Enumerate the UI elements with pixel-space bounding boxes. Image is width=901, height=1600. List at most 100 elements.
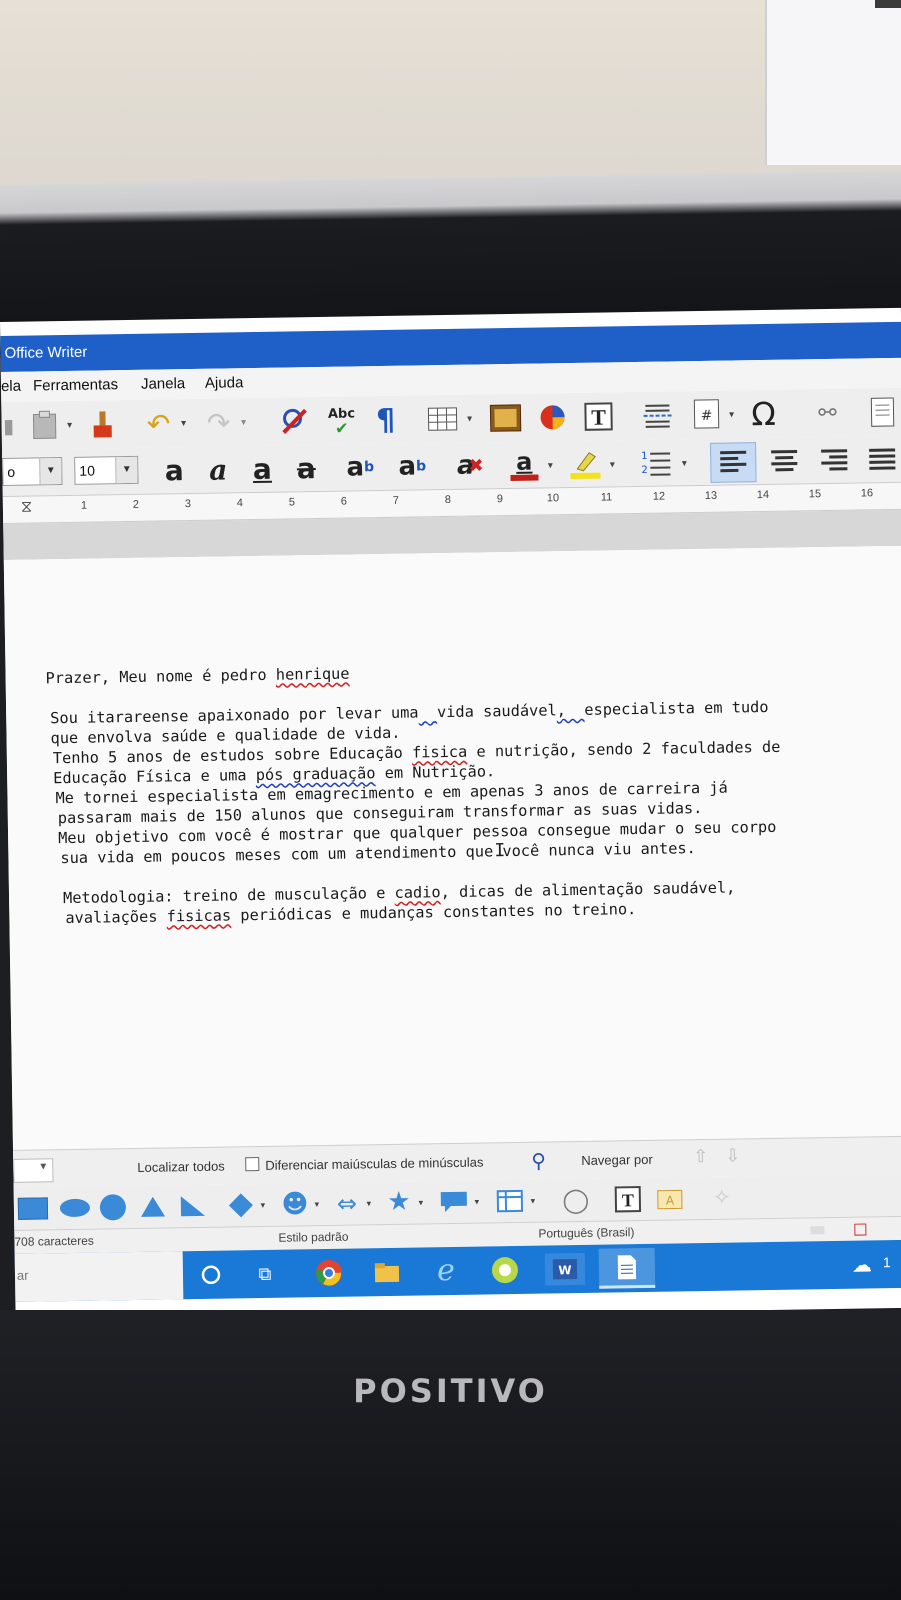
underline-icon[interactable]: a [246, 452, 279, 486]
word-icon[interactable]: W [544, 1252, 586, 1286]
find-input[interactable]: ▼ [13, 1158, 54, 1183]
taskbar-search-box[interactable]: ar [14, 1251, 184, 1302]
wall-paper-sheet [765, 0, 901, 165]
task-view-icon[interactable]: ⧉ [249, 1260, 281, 1288]
strikethrough-icon[interactable]: a [290, 451, 323, 485]
highlight-dropdown-icon[interactable]: ▾ [606, 454, 618, 474]
flowchart-icon[interactable] [494, 1188, 526, 1214]
match-case-checkbox[interactable] [245, 1157, 260, 1172]
right-triangle-icon[interactable] [178, 1193, 208, 1219]
italic-icon[interactable]: a [202, 452, 235, 486]
align-right-icon[interactable] [814, 443, 855, 480]
symbols-dropdown-icon[interactable]: ▾ [312, 1197, 322, 1213]
redo-icon[interactable]: ↷ [201, 406, 235, 439]
formatting-marks-icon[interactable]: ¶ [371, 402, 399, 437]
stars-icon[interactable]: ★ [384, 1187, 414, 1217]
font-color-dropdown-icon[interactable]: ▾ [544, 455, 556, 475]
shapes-dropdown-icon[interactable]: ▾ [258, 1198, 268, 1214]
find-replace-icon[interactable] [277, 405, 313, 438]
arrows-dropdown-icon[interactable]: ▾ [364, 1196, 374, 1212]
font-size-combo[interactable]: 10 ▼ [74, 455, 139, 485]
block-arrows-icon[interactable]: ⇔ [332, 1190, 362, 1218]
clear-formatting-icon[interactable]: a ✖ [452, 448, 489, 483]
symbol-shapes-icon[interactable]: ☻ [280, 1189, 310, 1219]
menu-ajuda[interactable]: Ajuda [205, 368, 244, 399]
chevron-down-icon[interactable]: ▼ [38, 1161, 48, 1172]
spellcheck-icon[interactable]: Abc ✔ [323, 402, 360, 439]
insert-table-icon[interactable] [425, 405, 459, 434]
writer-task-icon[interactable] [598, 1247, 656, 1289]
insert-hyperlink-icon[interactable]: ⚯ [809, 397, 845, 430]
font-name-combo[interactable]: o ▼ [2, 457, 63, 486]
text-run: periódicas e mudanças constantes no trei… [230, 900, 637, 925]
taskbar-clock[interactable]: 1 [883, 1254, 891, 1270]
redo-dropdown-icon[interactable]: ▾ [237, 412, 249, 432]
insert-field-icon[interactable]: # [691, 397, 722, 431]
numbered-list-icon[interactable]: 12 [636, 445, 677, 480]
insert-textbox-icon[interactable]: T [612, 1184, 644, 1214]
special-character-icon[interactable]: Ω [745, 395, 782, 433]
chrome-icon[interactable] [313, 1257, 345, 1289]
document-page[interactable]: Prazer, Meu nome é pedro henrique Sou it… [3, 545, 901, 1150]
justify-icon[interactable] [862, 442, 901, 479]
align-center-icon[interactable] [764, 443, 805, 480]
paste-icon[interactable] [27, 409, 61, 442]
indent-marker-icon[interactable]: ⧖ [21, 499, 33, 517]
pinned-app-icon[interactable] [489, 1254, 521, 1286]
insert-textbox-icon[interactable]: T [581, 400, 615, 433]
undo-icon[interactable]: ↶ [141, 407, 175, 440]
navigate-up-icon[interactable]: ⇧ [693, 1146, 708, 1167]
language-status[interactable]: Português (Brasil) [538, 1225, 634, 1241]
points-icon[interactable]: ✧ [706, 1185, 738, 1211]
speech-bubble-icon[interactable]: ◯ [560, 1186, 592, 1214]
table-dropdown-icon[interactable]: ▾ [463, 409, 475, 429]
insert-page-break-icon[interactable] [639, 399, 675, 432]
cloud-icon[interactable]: ☁ [847, 1252, 877, 1276]
insert-chart-icon[interactable] [535, 401, 569, 434]
clone-formatting-icon[interactable] [87, 408, 117, 440]
internet-explorer-icon[interactable]: e [429, 1252, 464, 1287]
list-dropdown-icon[interactable]: ▾ [678, 453, 690, 473]
insert-image-icon[interactable] [487, 402, 523, 435]
ruler-tick: 10 [546, 492, 560, 505]
callouts-dropdown-icon[interactable]: ▾ [472, 1195, 482, 1211]
rectangle-icon[interactable] [17, 1197, 49, 1220]
bold-icon[interactable]: a [158, 453, 191, 487]
menu-tabela[interactable]: ela [1, 372, 21, 402]
copy-icon[interactable]: ▮ [1, 412, 15, 440]
align-left-icon[interactable] [709, 442, 757, 483]
triangle-icon[interactable] [138, 1193, 168, 1219]
text-cursor-icon: I [494, 840, 506, 862]
stars-dropdown-icon[interactable]: ▾ [416, 1195, 426, 1211]
ellipse-icon[interactable] [59, 1198, 91, 1218]
menu-janela[interactable]: Janela [141, 369, 186, 400]
find-all-button[interactable]: Localizar todos [137, 1159, 225, 1175]
subscript-icon[interactable]: ab [392, 449, 433, 484]
paste-dropdown-icon[interactable]: ▾ [63, 415, 75, 435]
chevron-down-icon[interactable]: ▼ [39, 458, 62, 485]
circle-icon[interactable] [99, 1194, 127, 1221]
navigate-down-icon[interactable]: ⇩ [725, 1145, 740, 1166]
font-color-icon[interactable]: a [506, 446, 543, 485]
view-layout-icon[interactable] [810, 1226, 825, 1235]
find-replace-icon[interactable]: ⚲ [531, 1149, 546, 1174]
file-explorer-icon[interactable] [371, 1258, 403, 1286]
navigate-by-label[interactable]: Navegar por [581, 1152, 653, 1168]
text-run: Metodologia: treino de musculação e [62, 883, 395, 908]
zoom-slider-icon[interactable] [854, 1223, 867, 1236]
undo-dropdown-icon[interactable]: ▾ [177, 413, 189, 433]
menu-ferramentas[interactable]: Ferramentas [33, 370, 118, 401]
page-style[interactable]: Estilo padrão [278, 1230, 348, 1245]
basic-shapes-icon[interactable] [226, 1192, 256, 1218]
superscript-icon[interactable]: ab [340, 450, 381, 485]
chevron-down-icon[interactable]: ▼ [115, 456, 138, 484]
fontwork-icon[interactable]: A [654, 1185, 686, 1211]
character-count: 708 caracteres [14, 1233, 94, 1249]
taskbar-search-text: ar [16, 1267, 29, 1283]
callouts-icon[interactable] [438, 1189, 470, 1215]
highlight-color-icon[interactable] [566, 445, 605, 484]
cortana-icon[interactable] [197, 1261, 225, 1289]
flowchart-dropdown-icon[interactable]: ▾ [528, 1194, 538, 1210]
insert-footnote-icon[interactable] [867, 394, 898, 430]
field-dropdown-icon[interactable]: ▾ [725, 404, 737, 424]
